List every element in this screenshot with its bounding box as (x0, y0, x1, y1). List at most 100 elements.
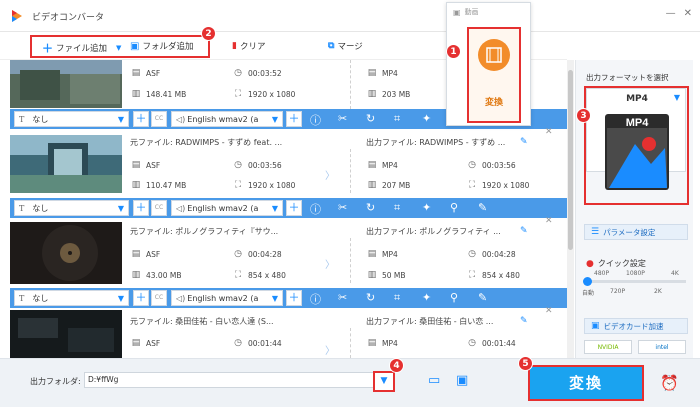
file-format-icon: ▤ (367, 160, 377, 170)
merge-button[interactable]: ⧉ マージ (328, 40, 363, 52)
video-thumbnail[interactable] (10, 60, 122, 108)
toolbar-highlight (30, 35, 210, 58)
convert-tool-icon (478, 39, 510, 71)
scrollbar[interactable] (567, 60, 574, 358)
info-icon[interactable]: ⓘ (310, 112, 321, 128)
minimize-icon[interactable]: — (666, 8, 676, 19)
clear-button[interactable]: ▮ クリア (232, 40, 265, 52)
video-thumbnail[interactable] (10, 135, 122, 193)
add-subtitle-button[interactable]: ＋ (133, 111, 149, 127)
close-icon[interactable]: ✕ (545, 306, 553, 316)
parameter-settings-button[interactable]: ☰ パラメータ設定 (584, 224, 688, 240)
gpu-acceleration-button[interactable]: ▣ ビデオカード加速 (584, 318, 688, 334)
file-format-icon: ▤ (131, 338, 141, 348)
subtitle-value: なし (32, 203, 49, 213)
cc-icon[interactable]: CC (151, 290, 167, 306)
subtitle-select[interactable]: T なし ▼ (14, 200, 129, 216)
crop-icon[interactable]: ⌗ (394, 112, 400, 126)
close-icon[interactable]: ✕ (545, 127, 553, 137)
audio-track-select[interactable]: ◁) English wmav2 (a ▼ (171, 290, 283, 306)
close-icon[interactable]: ✕ (684, 8, 692, 19)
info-icon[interactable]: ⓘ (310, 291, 321, 307)
edit-pencil-icon[interactable]: ✎ (520, 226, 528, 236)
output-folder-input[interactable]: D:¥ffWg (84, 372, 380, 388)
tick-label: 自動 (582, 290, 595, 297)
file-row[interactable]: 元ファイル: 桑田佳祐 - 白い恋人達 (S... 出力ファイル: 桑田佳祐 -… (10, 306, 567, 358)
cc-icon[interactable]: CC (151, 200, 167, 216)
edit-pencil-icon[interactable]: ✎ (520, 316, 528, 326)
clock-icon: ◷ (468, 249, 476, 259)
add-audio-button[interactable]: ＋ (286, 290, 302, 306)
quality-slider-knob[interactable] (583, 277, 592, 286)
info-icon[interactable]: ⓘ (310, 201, 321, 217)
edit-icon[interactable]: ✎ (478, 291, 487, 304)
effects-wand-icon[interactable]: ✦ (422, 112, 431, 125)
quick-label: クイック設定 (597, 259, 646, 268)
video-convert-tool[interactable]: 変換 (467, 27, 521, 123)
file-size-icon: ▥ (367, 180, 377, 190)
audio-track-select[interactable]: ◁) English wmav2 (a ▼ (171, 200, 283, 216)
file-row[interactable]: 元ファイル: RADWIMPS - すずめ feat. ... 出力ファイル: … (10, 127, 567, 198)
file-format-icon: ▤ (367, 249, 377, 259)
video-thumbnail[interactable] (10, 310, 122, 358)
alarm-clock-icon[interactable]: ⏰ (660, 374, 679, 392)
speaker-icon: ◁) (176, 293, 186, 303)
quality-slider[interactable] (583, 277, 686, 286)
rotate-icon[interactable]: ↻ (366, 201, 375, 214)
edit-pencil-icon[interactable]: ✎ (520, 137, 528, 147)
close-icon[interactable]: ✕ (545, 216, 553, 226)
speaker-icon: ◁) (176, 114, 186, 124)
scissors-icon[interactable]: ✂ (338, 291, 347, 304)
tick-label: 720P (610, 288, 626, 295)
arrow-right-icon: 〉 (325, 171, 335, 182)
effects-wand-icon[interactable]: ✦ (422, 201, 431, 214)
src-size: 43.00 MB (146, 270, 182, 280)
add-audio-button[interactable]: ＋ (286, 200, 302, 216)
file-row[interactable]: 元ファイル: ポルノグラフィティ『サウ... 出力ファイル: ポルノグラフィティ… (10, 216, 567, 288)
crop-icon[interactable]: ⌗ (394, 291, 400, 305)
out-format: MP4 (382, 249, 398, 259)
file-format-icon: ▤ (131, 68, 141, 78)
subtitle-select[interactable]: T なし ▼ (14, 290, 129, 306)
rotate-icon[interactable]: ↻ (366, 291, 375, 304)
scissors-icon[interactable]: ✂ (338, 112, 347, 125)
watermark-icon[interactable]: ⚲ (450, 291, 458, 304)
output-file-name: 出力ファイル: 桑田佳祐 - 白い恋 ... (366, 317, 494, 326)
format-label: 出力フォーマットを選択 (586, 73, 669, 82)
watermark-icon[interactable]: ⚲ (450, 201, 458, 214)
audio-track-select[interactable]: ◁) English wmav2 (a ▼ (171, 111, 283, 127)
open-folder-icon[interactable]: ▭ (428, 373, 440, 388)
add-subtitle-button[interactable]: ＋ (133, 200, 149, 216)
effects-wand-icon[interactable]: ✦ (422, 291, 431, 304)
source-file-name: 元ファイル: RADWIMPS - すずめ feat. ... (130, 138, 283, 147)
src-format: ASF (146, 68, 161, 78)
video-thumbnail[interactable] (10, 222, 122, 284)
scissors-icon[interactable]: ✂ (338, 201, 347, 214)
crop-icon[interactable]: ⌗ (394, 201, 400, 215)
clear-label: クリア (239, 42, 266, 52)
convert-button[interactable]: 変換 (528, 365, 644, 401)
format-highlight (584, 86, 689, 205)
add-subtitle-button[interactable]: ＋ (133, 290, 149, 306)
out-duration: 00:04:28 (482, 249, 516, 259)
chevron-down-icon: ▼ (117, 204, 124, 213)
rotate-icon[interactable]: ↻ (366, 112, 375, 125)
cc-icon[interactable]: CC (151, 111, 167, 127)
edit-icon[interactable]: ✎ (478, 201, 487, 214)
file-format-icon: ▤ (131, 249, 141, 259)
folder-export-icon[interactable]: ▣ (456, 373, 468, 388)
output-folder-dropdown[interactable]: ▼ (373, 371, 395, 392)
badge-3: 3 (576, 108, 591, 123)
subtitle-select[interactable]: T なし ▼ (14, 111, 129, 127)
param-label: パラメータ設定 (603, 227, 656, 237)
file-size-icon: ▥ (367, 270, 377, 280)
resolution-icon: ⛶ (234, 180, 242, 190)
add-audio-button[interactable]: ＋ (286, 111, 302, 127)
subtitle-value: なし (32, 293, 49, 303)
popup-header: 動画 (464, 8, 479, 16)
scrollbar-thumb[interactable] (568, 70, 573, 250)
output-file-name: 出力ファイル: ポルノグラフィティ ... (366, 227, 501, 236)
clock-icon: ◷ (234, 338, 242, 348)
chevron-down-icon: ▼ (117, 294, 124, 303)
badge-1: 1 (446, 44, 461, 59)
